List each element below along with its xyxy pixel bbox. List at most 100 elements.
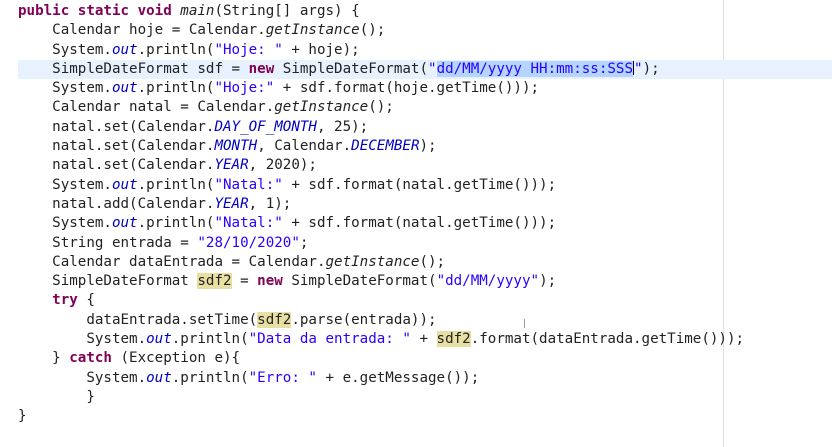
code-line[interactable]: natal.set(Calendar.MONTH, Calendar.DECEM… — [18, 137, 832, 156]
code-token: Calendar natal = Calendar. — [18, 99, 275, 116]
code-line[interactable]: SimpleDateFormat sdf2 = new SimpleDateFo… — [18, 272, 832, 291]
code-token: } — [18, 388, 95, 405]
code-token: .println( — [171, 369, 249, 386]
code-token: .println( — [137, 80, 215, 97]
code-token: new — [248, 60, 283, 77]
code-token: System. — [18, 369, 147, 386]
code-token: (String[] args) { — [214, 3, 360, 19]
code-token: (); — [419, 253, 446, 270]
code-token: = — [231, 273, 258, 290]
code-token: DAY_OF_MONTH — [214, 118, 317, 135]
code-token: + sdf.format(natal.getTime())); — [282, 176, 557, 193]
code-token: SimpleDateFormat( — [291, 273, 437, 290]
code-token: try — [52, 292, 78, 309]
code-token: Calendar hoje = Calendar. — [18, 22, 266, 39]
code-line[interactable]: Calendar hoje = Calendar.getInstance(); — [18, 21, 832, 40]
code-line[interactable]: } — [18, 407, 832, 426]
code-token: , 1); — [248, 195, 292, 212]
code-token: out — [111, 176, 138, 193]
code-token: YEAR — [214, 195, 249, 212]
code-token: , 25); — [316, 118, 369, 135]
code-token: ; — [299, 234, 309, 251]
code-token: , 2020); — [248, 157, 317, 174]
code-token: System. — [18, 41, 112, 58]
code-token: System. — [18, 215, 112, 232]
code-token: out — [146, 331, 172, 348]
code-token: ); — [539, 273, 557, 290]
code-token: out — [111, 80, 138, 97]
code-token: SimpleDateFormat sdf = — [18, 60, 249, 77]
code-line[interactable]: String entrada = "28/10/2020"; — [18, 234, 832, 253]
code-token: System. — [18, 331, 147, 348]
code-token: , Calendar. — [257, 138, 352, 155]
mouse-ibeam-cursor — [524, 319, 525, 328]
code-token: System. — [18, 176, 112, 193]
code-token: "Erro: " — [248, 369, 317, 386]
code-token: } — [18, 408, 27, 425]
code-line[interactable]: } — [18, 388, 832, 407]
code-line[interactable]: natal.set(Calendar.YEAR, 2020); — [18, 156, 832, 175]
code-line[interactable]: dataEntrada.setTime(sdf2.parse(entrada))… — [18, 311, 832, 330]
code-token: natal.set(Calendar. — [18, 118, 215, 135]
code-token: (Exception e){ — [111, 350, 241, 367]
code-line[interactable]: Calendar natal = Calendar.getInstance(); — [18, 98, 832, 117]
code-token: sdf2 — [436, 331, 471, 348]
code-line[interactable]: System.out.println("Hoje:" + sdf.format(… — [18, 79, 832, 98]
code-token: .println( — [171, 331, 249, 348]
code-line[interactable]: System.out.println("Data da entrada: " +… — [18, 330, 832, 349]
code-token: sdf2 — [257, 311, 292, 328]
code-token: ); — [419, 138, 437, 155]
code-token: .println( — [137, 176, 215, 193]
code-line[interactable]: natal.set(Calendar.DAY_OF_MONTH, 25); — [18, 118, 832, 137]
code-token: SimpleDateFormat — [18, 273, 198, 290]
code-token: sdf2 — [197, 273, 232, 290]
code-area[interactable]: public static void main(String[] args) {… — [18, 2, 832, 427]
code-line[interactable]: SimpleDateFormat sdf = new SimpleDateFor… — [18, 59, 832, 80]
code-token: .format(dataEntrada.getTime())); — [470, 331, 745, 348]
code-token: out — [146, 369, 172, 386]
code-token: "dd/MM/yyyy" — [436, 273, 540, 290]
code-line[interactable]: try { — [18, 291, 832, 310]
code-token: Calendar dataEntrada = Calendar. — [18, 253, 326, 270]
code-token: } — [18, 350, 70, 367]
code-token: catch — [69, 350, 112, 367]
code-line[interactable]: System.out.println("Natal:" + sdf.format… — [18, 214, 832, 233]
code-token: new — [257, 273, 292, 290]
code-token: "Natal:" — [214, 176, 283, 193]
code-editor[interactable]: public static void main(String[] args) {… — [0, 0, 832, 447]
code-token: getInstance — [325, 253, 420, 270]
code-token: YEAR — [214, 157, 249, 174]
code-token: ); — [642, 60, 660, 77]
code-token: " — [634, 60, 643, 77]
code-line[interactable]: } catch (Exception e){ — [18, 349, 832, 368]
code-token: getInstance — [265, 22, 360, 39]
code-token: natal.add(Calendar. — [18, 195, 215, 212]
code-token: (); — [359, 22, 386, 39]
code-token: out — [111, 215, 138, 232]
code-token: "Natal:" — [214, 215, 283, 232]
code-token: SimpleDateFormat( — [282, 60, 429, 77]
code-token: + e.getMessage()); — [316, 369, 480, 386]
code-token: " — [428, 60, 437, 77]
code-token: MONTH — [214, 138, 258, 155]
code-token: + sdf.format(natal.getTime())); — [282, 215, 557, 232]
code-token: "Hoje: " — [214, 41, 283, 58]
code-token: public static void — [18, 3, 181, 19]
code-line[interactable]: public static void main(String[] args) { — [18, 2, 832, 21]
code-line[interactable]: System.out.println("Natal:" + sdf.format… — [18, 176, 832, 195]
code-token: + sdf.format(hoje.getTime())); — [274, 80, 540, 97]
code-token: DECEMBER — [351, 138, 420, 155]
code-token: + — [410, 331, 437, 348]
code-line[interactable]: System.out.println("Erro: " + e.getMessa… — [18, 369, 832, 388]
code-line[interactable]: System.out.println("Hoje: " + hoje); — [18, 41, 832, 60]
code-token: natal.set(Calendar. — [18, 138, 215, 155]
code-line[interactable]: Calendar dataEntrada = Calendar.getInsta… — [18, 253, 832, 272]
code-token: "Data da entrada: " — [248, 331, 411, 348]
code-token: .println( — [137, 215, 215, 232]
code-token: .println( — [137, 41, 215, 58]
code-token: "Hoje:" — [214, 80, 275, 97]
code-line[interactable]: natal.add(Calendar.YEAR, 1); — [18, 195, 832, 214]
code-token: (); — [368, 99, 394, 116]
code-token: String entrada = — [18, 234, 198, 251]
